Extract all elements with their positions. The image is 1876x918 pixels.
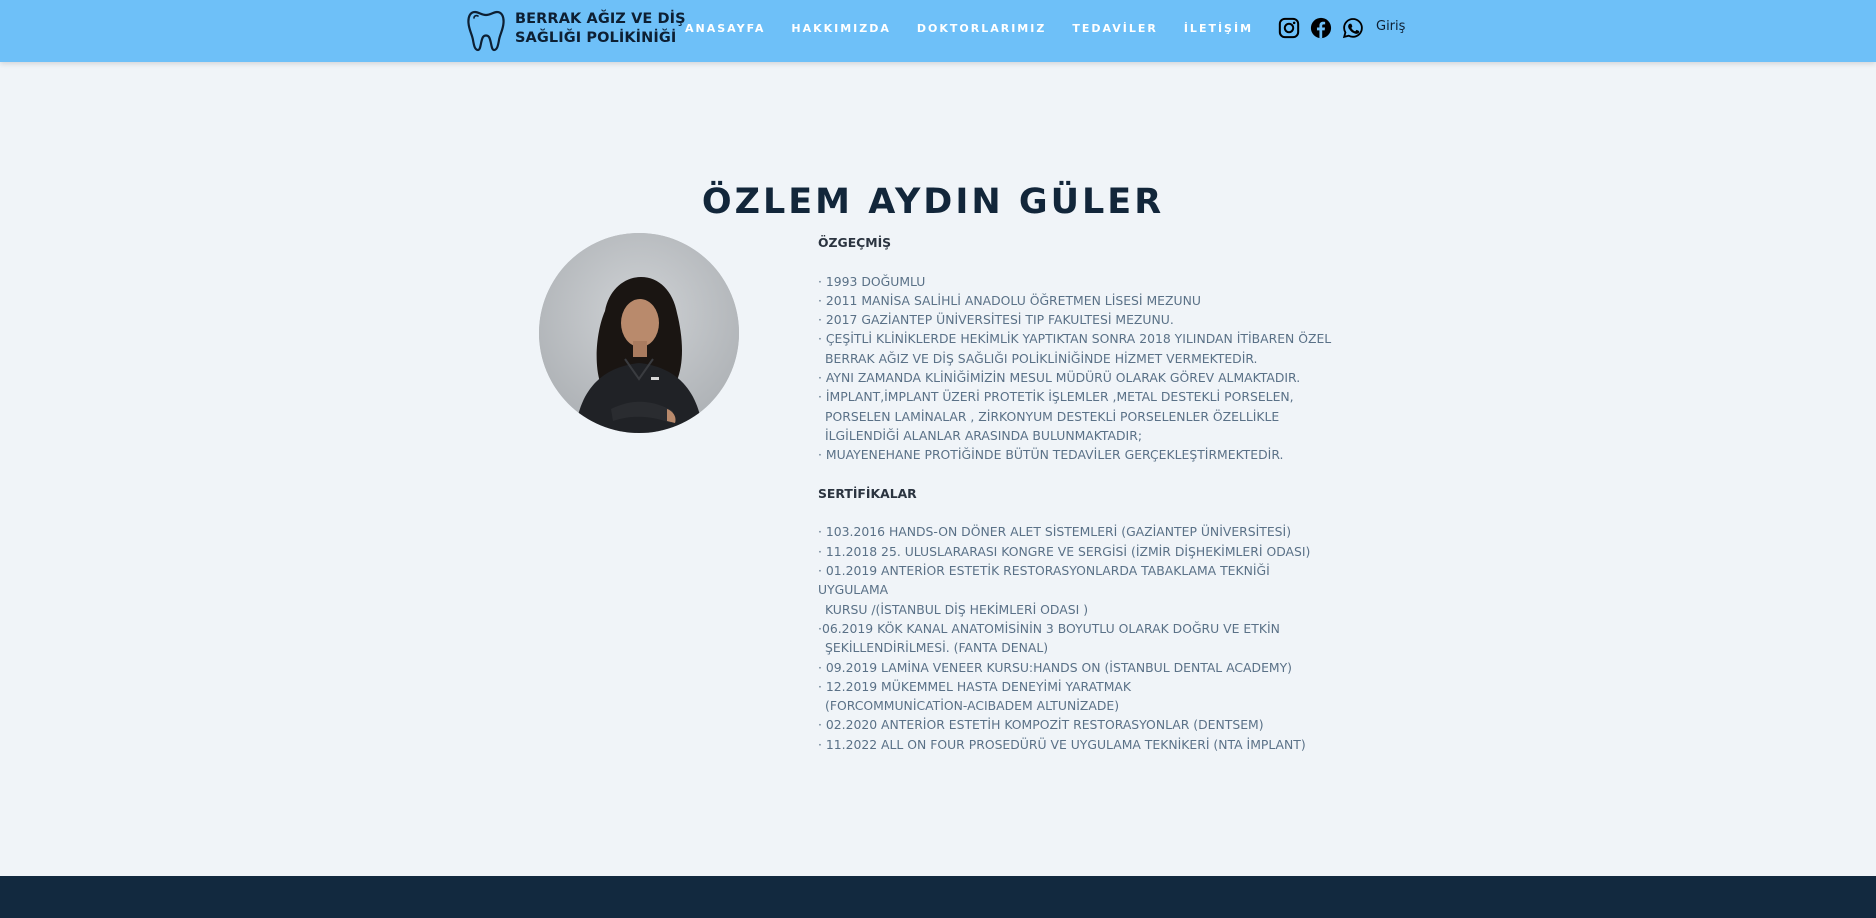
clinic-name[interactable]: BERRAK AĞIZ VE DİŞ SAĞLIĞI POLİKİNİĞİ xyxy=(515,10,686,48)
certificate-item: · 02.2020 ANTERİOR ESTETİH KOMPOZİT REST… xyxy=(818,715,1338,734)
certificates-list: · 103.2016 HANDS-ON DÖNER ALET SİSTEMLER… xyxy=(818,522,1338,754)
nav-item-tedaviler[interactable]: TEDAVİLER xyxy=(1072,22,1158,35)
certificate-item-line: ·06.2019 KÖK KANAL ANATOMİSİNİN 3 BOYUTL… xyxy=(818,620,1280,636)
cv-list: · 1993 DOĞUMLU · 2011 MANİSA SALİHLİ ANAD… xyxy=(818,272,1338,465)
cv-item-line: PORSELEN LAMİNALAR , ZİRKONYUM DESTEKLİ … xyxy=(825,408,1280,424)
login-link[interactable]: Giriş xyxy=(1376,19,1405,34)
certificate-item: ·06.2019 KÖK KANAL ANATOMİSİNİN 3 BOYUTL… xyxy=(818,619,1338,658)
doctor-photo-image xyxy=(539,233,739,433)
cv-item-line: · AYNI ZAMANDA KLİNİĞİMİZİN MESUL MÜDÜRÜ… xyxy=(818,370,1301,386)
nav-item-doktorlarimiz[interactable]: DOKTORLARIMIZ xyxy=(917,22,1046,35)
certificate-item-line: · 11.2018 25. ULUSLARARASI KONGRE VE SER… xyxy=(818,543,1311,559)
certificate-item-line: KURSU /(İSTANBUL DİŞ HEKİMLERİ ODASI ) xyxy=(825,601,1089,617)
certificate-item: · 01.2019 ANTERİOR ESTETİK RESTORASYONLA… xyxy=(818,561,1338,619)
cv-item-line: · 2011 MANİSA SALİHLİ ANADOLU ÖĞRETMEN L… xyxy=(818,292,1201,308)
certificate-item-line: · 11.2022 ALL ON FOUR PROSEDÜRÜ VE UYGUL… xyxy=(818,736,1306,752)
clinic-name-line1: BERRAK AĞIZ VE DİŞ xyxy=(515,11,686,27)
nav-item-hakkimizda[interactable]: HAKKIMIZDA xyxy=(791,22,891,35)
doctor-bio: ÖZGEÇMİŞ · 1993 DOĞUMLU · 2011 MANİSA SAL… xyxy=(818,233,1338,754)
cv-item: · ÇEŞİTLİ KLİNİKLERDE HEKİMLİK YAPTIKTAN… xyxy=(818,329,1338,368)
site-footer xyxy=(0,876,1876,918)
doctor-photo xyxy=(539,233,739,433)
certificate-item: · 11.2018 25. ULUSLARARASI KONGRE VE SER… xyxy=(818,542,1338,561)
nav-item-anasayfa[interactable]: ANASAYFA xyxy=(685,22,765,35)
cv-item-line: · ÇEŞİTLİ KLİNİKLERDE HEKİMLİK YAPTIKTAN… xyxy=(818,331,1332,347)
certificates-heading: SERTİFİKALAR xyxy=(818,485,917,501)
instagram-icon[interactable] xyxy=(1278,17,1300,39)
tooth-logo-icon[interactable] xyxy=(467,8,505,52)
certificate-item-line: · 02.2020 ANTERİOR ESTETİH KOMPOZİT REST… xyxy=(818,717,1264,733)
certificate-item: · 12.2019 MÜKEMMEL HASTA DENEYİMİ YARATM… xyxy=(818,677,1338,716)
certificate-item: · 103.2016 HANDS-ON DÖNER ALET SİSTEMLER… xyxy=(818,522,1338,541)
social-links xyxy=(1278,17,1374,39)
certificate-item-line: · 103.2016 HANDS-ON DÖNER ALET SİSTEMLER… xyxy=(818,524,1292,540)
certificate-item-line: (FORCOMMUNİCATİON-ACIBADEM ALTUNİZADE) xyxy=(825,698,1120,714)
clinic-name-line2: SAĞLIĞI POLİKİNİĞİ xyxy=(515,30,677,46)
main-nav: ANASAYFA HAKKIMIZDA DOKTORLARIMIZ TEDAVİ… xyxy=(685,22,1253,35)
certificate-item-line: · 01.2019 ANTERİOR ESTETİK RESTORASYONLA… xyxy=(818,563,1274,598)
cv-item-line: · MUAYENEHANE PROTİĞİNDE BÜTÜN TEDAVİLER… xyxy=(818,447,1284,463)
cv-item-line: · 1993 DOĞUMLU xyxy=(818,273,926,289)
cv-item-line: İLGİLENDİĞİ ALANLAR ARASINDA BULUNMAKTAD… xyxy=(825,427,1142,443)
cv-item: · 1993 DOĞUMLU xyxy=(818,272,1338,291)
certificate-item: · 09.2019 LAMİNA VENEER KURSU:HANDS ON (… xyxy=(818,658,1338,677)
cv-item: · 2017 GAZİANTEP ÜNİVERSİTESİ TIP FAKULT… xyxy=(818,310,1338,329)
cv-item-line: BERRAK AĞIZ VE DİŞ SAĞLIĞI POLİKLİNİĞİND… xyxy=(825,350,1258,366)
certificate-item: · 11.2022 ALL ON FOUR PROSEDÜRÜ VE UYGUL… xyxy=(818,735,1338,754)
certificate-item-line: · 09.2019 LAMİNA VENEER KURSU:HANDS ON (… xyxy=(818,659,1293,675)
cv-item: · AYNI ZAMANDA KLİNİĞİMİZİN MESUL MÜDÜRÜ… xyxy=(818,368,1338,387)
doctor-name: ÖZLEM AYDIN GÜLER xyxy=(701,182,1165,222)
cv-item: · 2011 MANİSA SALİHLİ ANADOLU ÖĞRETMEN L… xyxy=(818,291,1338,310)
site-header: BERRAK AĞIZ VE DİŞ SAĞLIĞI POLİKİNİĞİ AN… xyxy=(0,0,1876,62)
nav-item-iletisim[interactable]: İLETİŞİM xyxy=(1184,22,1253,35)
cv-item: · İMPLANT,İMPLANT ÜZERİ PROTETİK İŞLEMLE… xyxy=(818,387,1338,445)
cv-item: · MUAYENEHANE PROTİĞİNDE BÜTÜN TEDAVİLER… xyxy=(818,445,1338,464)
cv-item-line: · 2017 GAZİANTEP ÜNİVERSİTESİ TIP FAKULT… xyxy=(818,312,1174,328)
certificate-item-line: · 12.2019 MÜKEMMEL HASTA DENEYİMİ YARATM… xyxy=(818,678,1132,694)
cv-heading: ÖZGEÇMİŞ xyxy=(818,235,892,250)
certificate-item-line: ŞEKİLLENDİRİLMESİ. (FANTA DENAL) xyxy=(825,640,1049,656)
facebook-icon[interactable] xyxy=(1310,17,1332,39)
whatsapp-icon[interactable] xyxy=(1342,17,1364,39)
cv-item-line: · İMPLANT,İMPLANT ÜZERİ PROTETİK İŞLEMLE… xyxy=(818,389,1294,405)
